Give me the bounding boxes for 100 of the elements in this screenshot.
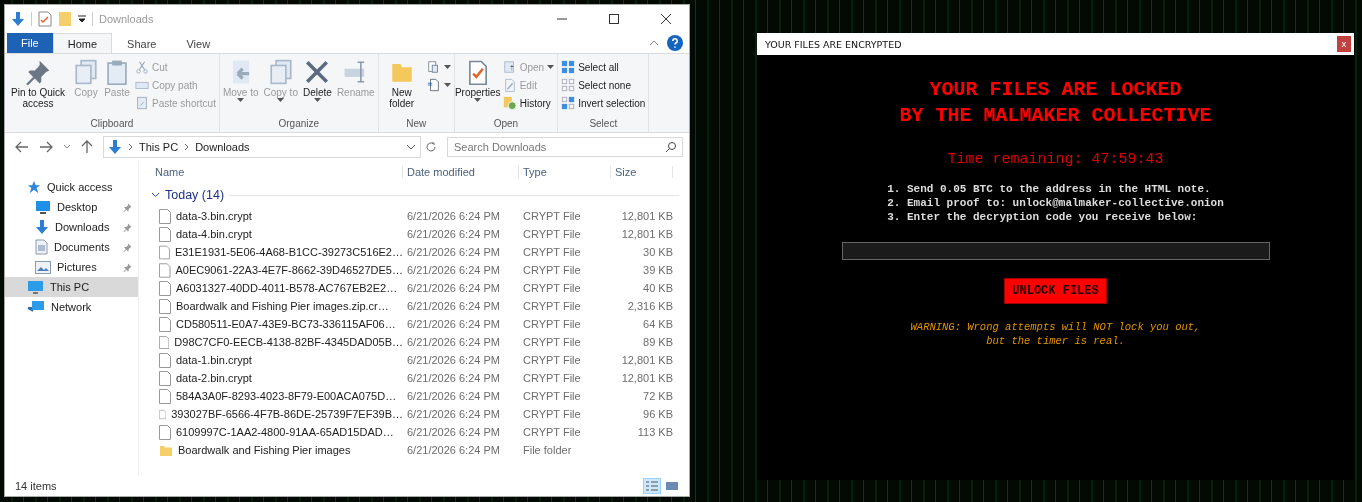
- ribbon-button[interactable]: Select all: [561, 59, 646, 75]
- file-name[interactable]: data-2.bin.crypt: [176, 372, 252, 384]
- group-header[interactable]: Today (14): [165, 188, 225, 202]
- column-header[interactable]: Size: [611, 166, 673, 178]
- group-label: Clipboard: [89, 118, 135, 131]
- up-icon[interactable]: [81, 140, 93, 154]
- group-label: Open: [492, 118, 520, 131]
- chevron-right-icon: [128, 143, 133, 151]
- unlock-button[interactable]: UNLOCK FILES: [1004, 278, 1107, 304]
- nav-item[interactable]: Documents: [5, 237, 138, 257]
- column-header[interactable]: Type: [519, 166, 611, 178]
- ribbon-button[interactable]: New folder: [379, 56, 424, 118]
- breadcrumb[interactable]: This PC: [139, 141, 179, 153]
- table-cell-text: CRYPT File: [522, 210, 582, 222]
- file-icon: [159, 208, 171, 224]
- file-name[interactable]: D98C7CF0-EECB-4138-82BF-4345DAD05B…: [174, 336, 403, 348]
- file-name[interactable]: data-4.bin.crypt: [176, 228, 252, 240]
- table-cell-text: CRYPT File: [522, 372, 582, 384]
- new-item-icon: [426, 60, 441, 74]
- caret-icon: [313, 98, 321, 102]
- nav-item[interactable]: Quick access: [5, 177, 138, 197]
- ribbon-tab[interactable]: View: [171, 32, 226, 54]
- ribbon-button[interactable]: History: [502, 95, 555, 111]
- file-name[interactable]: 393027BF-6566-4F7B-86DE-25739F7EF39B…: [171, 408, 403, 420]
- file-name[interactable]: data-3.bin.crypt: [176, 210, 252, 222]
- warning-heading: YOUR FILES ARE LOCKED BY THE MALMAKER COLLECTIVE: [899, 77, 1212, 129]
- file-name[interactable]: CD580511-E0A7-43E9-BC73-336115AF06…: [176, 318, 396, 330]
- chevron-down-icon[interactable]: [406, 144, 416, 150]
- chevron-down-icon[interactable]: [63, 144, 71, 150]
- file-icon: [159, 226, 171, 242]
- table-cell-text: 6/21/2026 6:24 PM: [406, 426, 501, 438]
- ribbon-tab[interactable]: Share: [112, 32, 172, 54]
- nav-item[interactable]: This PC: [5, 277, 138, 297]
- file-icon: [159, 334, 170, 350]
- edit-icon: [502, 78, 517, 92]
- code-input-field[interactable]: [841, 242, 1270, 260]
- picture-icon: [35, 260, 51, 274]
- file-name[interactable]: Boardwalk and Fishing Pier images.zip.cr…: [176, 300, 389, 312]
- file-icon: [159, 352, 171, 368]
- table-cell-text: 12,801 KB: [620, 354, 673, 366]
- address-bar[interactable]: This PC Downloads: [103, 136, 421, 158]
- select-none-icon: [561, 78, 576, 92]
- table-cell-text: 6/21/2026 6:24 PM: [406, 390, 501, 402]
- nav-item[interactable]: Downloads: [5, 217, 138, 237]
- file-icon: [159, 262, 171, 278]
- file-tab[interactable]: File: [7, 33, 53, 53]
- desktop-icon: [35, 200, 51, 214]
- ribbon-tab[interactable]: Home: [52, 32, 113, 54]
- nav-item[interactable]: Network: [5, 297, 138, 317]
- folder-icon: [159, 443, 173, 457]
- help-icon[interactable]: [667, 35, 683, 51]
- caret-icon: [237, 98, 245, 102]
- table-cell-text: CRYPT File: [522, 264, 582, 276]
- table-cell-text: 39 KB: [642, 264, 673, 276]
- scissors-icon: [135, 60, 149, 74]
- breadcrumb[interactable]: Downloads: [195, 141, 250, 153]
- table-cell-text: 6/21/2026 6:24 PM: [406, 354, 501, 366]
- ribbon-button[interactable]: Pin to Quick access: [6, 56, 70, 118]
- download-icon: [108, 139, 122, 155]
- icon-button[interactable]: [426, 59, 451, 75]
- column-header[interactable]: Name: [151, 166, 403, 178]
- icon-button[interactable]: [426, 77, 451, 93]
- file-name[interactable]: 584A3A0F-8293-4023-8F79-E00ACA075D…: [176, 390, 397, 402]
- properties-icon[interactable]: [38, 11, 52, 27]
- details-view-icon[interactable]: [643, 478, 661, 494]
- table-cell-text: 12,801 KB: [620, 228, 673, 240]
- back-icon[interactable]: [15, 141, 29, 153]
- ribbon-button[interactable]: Select none: [561, 77, 646, 93]
- ribbon-button[interactable]: Delete: [300, 56, 334, 118]
- refresh-icon[interactable]: [425, 141, 437, 153]
- nav-item[interactable]: Desktop: [5, 197, 138, 217]
- document-icon: [426, 78, 441, 92]
- copy-icon: [73, 59, 99, 85]
- column-header[interactable]: Date modified: [403, 166, 519, 178]
- ribbon-button[interactable]: Properties: [455, 56, 500, 118]
- file-name[interactable]: Boardwalk and Fishing Pier images: [178, 444, 351, 456]
- file-name[interactable]: A6031327-40DD-4011-B578-AC767EB2E2…: [176, 282, 398, 294]
- select-all-icon: [561, 60, 576, 74]
- download-icon[interactable]: [11, 11, 25, 27]
- forward-icon[interactable]: [39, 141, 53, 153]
- chevron-icon[interactable]: [151, 192, 160, 198]
- table-cell-text: 6/21/2026 6:24 PM: [406, 300, 501, 312]
- file-name[interactable]: E31E1931-5E06-4A68-B1CC-39273C516E2…: [174, 246, 403, 258]
- table-cell-text: 6/21/2026 6:24 PM: [406, 336, 501, 348]
- search-icon: [665, 141, 677, 153]
- caret-icon: [443, 83, 451, 87]
- dropdown-icon[interactable]: [78, 15, 86, 23]
- instruction-step: 3. Enter the decryption code you receive below:: [887, 210, 1224, 224]
- table-cell-text: 6/21/2026 6:24 PM: [406, 408, 501, 420]
- ribbon-button[interactable]: Invert selection: [561, 95, 646, 111]
- file-name[interactable]: 6109997C-1AA2-4800-91AA-65AD15DAD…: [176, 426, 394, 438]
- file-icon: [159, 280, 171, 296]
- table-cell-text: 6/21/2026 6:24 PM: [406, 228, 501, 240]
- close-button[interactable]: x: [1337, 36, 1351, 52]
- file-name[interactable]: A0EC9061-22A3-4E7F-8662-39D46527DE5…: [175, 264, 403, 276]
- file-name[interactable]: data-1.bin.crypt: [176, 354, 252, 366]
- chevron-up-icon[interactable]: [649, 40, 659, 46]
- search-field[interactable]: Search Downloads: [447, 137, 683, 157]
- table-cell-text: 6/21/2026 6:24 PM: [406, 282, 501, 294]
- nav-item[interactable]: Pictures: [5, 257, 138, 277]
